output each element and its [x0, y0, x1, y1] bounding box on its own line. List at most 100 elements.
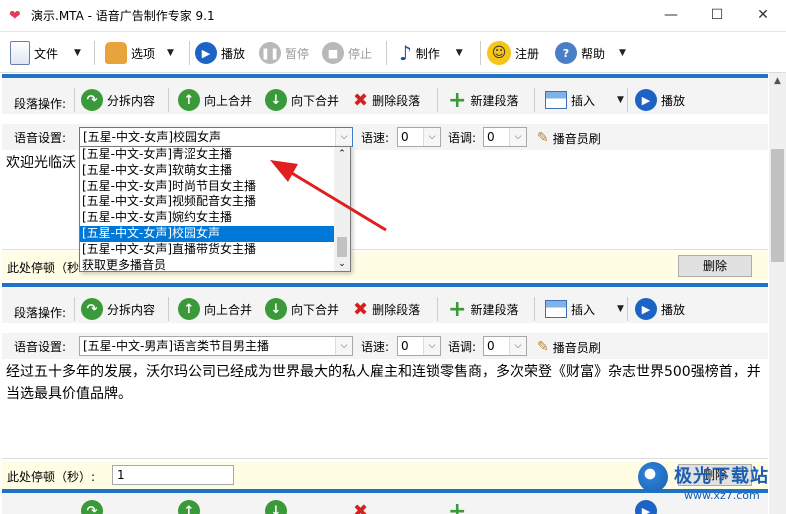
voice-select[interactable]: [五星-中文-男声]语言类节目男主播 ⌵: [79, 336, 353, 356]
scroll-up-icon[interactable]: ▲: [769, 73, 786, 90]
insert-menu-button[interactable]: 插入 ▼: [545, 297, 624, 321]
toolbar-divider: [74, 297, 75, 321]
paragraph-text-area[interactable]: 经过五十多年的发展，沃尔玛公司已经成为世界最大的私人雇主和连锁零售商，多次荣登《…: [2, 359, 768, 459]
watermark-logo: 极光下载站 www.xz7.com: [636, 460, 786, 514]
smiley-icon: ☺: [487, 41, 511, 65]
file-menu-button[interactable]: 文件 ▼: [10, 39, 81, 67]
announcer-brush-label: 播音员刷: [552, 340, 601, 355]
new-paragraph-button[interactable]: + 新建段落: [448, 87, 518, 113]
arrow-down-icon: ↓: [265, 298, 287, 320]
minimize-button[interactable]: —: [648, 0, 694, 30]
vertical-scrollbar[interactable]: ▲: [769, 73, 786, 514]
split-icon: ↷: [81, 500, 103, 514]
merge-up-button[interactable]: ↑: [178, 499, 200, 514]
delete-paragraph-button[interactable]: ✖ 删除段落: [353, 88, 420, 112]
merge-down-button[interactable]: ↓: [265, 499, 287, 514]
pitch-label: 语调:: [448, 131, 477, 145]
delete-button[interactable]: 删除: [678, 255, 752, 277]
split-icon: ↷: [81, 298, 103, 320]
maximize-button[interactable]: ☐: [694, 0, 740, 30]
announcer-brush-button[interactable]: ✎ 播音员刷: [537, 126, 601, 150]
new-paragraph-button[interactable]: +: [448, 499, 466, 514]
make-menu-label: 制作: [415, 46, 440, 61]
make-menu-button[interactable]: ♪ 制作 ▼: [399, 39, 463, 67]
play-icon: ▶: [635, 89, 657, 111]
voice-select-value: [五星-中文-男声]语言类节目男主播: [83, 339, 270, 353]
toolbar-divider: [480, 41, 481, 65]
speed-select[interactable]: 0 ⌵: [397, 336, 441, 356]
toolbar-divider: [94, 41, 95, 65]
toolbar-divider: [168, 297, 169, 321]
pause-seconds-input[interactable]: 1: [112, 465, 234, 485]
title-bar: ❤ 演示.MTA - 语音广告制作专家 9.1 — ☐ ✕: [0, 0, 786, 32]
split-button[interactable]: ↷: [81, 499, 103, 514]
pause-label: 此处停顿（秒）:: [7, 470, 96, 484]
merge-up-label: 向上合并: [204, 93, 253, 108]
new-paragraph-button[interactable]: + 新建段落: [448, 296, 519, 322]
speed-value: 0: [401, 339, 409, 353]
speed-select[interactable]: 0 ⌵: [397, 127, 441, 147]
scrollbar-thumb[interactable]: [771, 149, 784, 262]
insert-menu-button[interactable]: 插入 ▼: [545, 88, 624, 112]
insert-icon: [545, 300, 567, 318]
chevron-down-icon: ▼: [617, 95, 624, 105]
play-icon: ▶: [635, 298, 657, 320]
plus-icon: +: [448, 498, 467, 514]
arrow-up-icon: ↑: [178, 298, 200, 320]
paragraph-text: 欢迎光临沃: [6, 155, 76, 171]
watermark-url: www.xz7.com: [684, 489, 760, 502]
options-menu-button[interactable]: 选项 ▼: [105, 39, 174, 67]
scroll-down-icon[interactable]: ⌄: [334, 257, 350, 271]
help-icon: ?: [555, 42, 577, 64]
merge-down-button[interactable]: ↓ 向下合并: [265, 297, 339, 321]
merge-up-button[interactable]: ↑ 向上合并: [178, 297, 252, 321]
help-menu-label: 帮助: [581, 46, 606, 61]
paragraph-toolbar: 段落操作: ↷ 分拆内容 ↑ 向上合并 ↓ 向下合并 ✖ 删除段落 + 新建段落 插入 ▼ …: [2, 287, 768, 323]
merge-down-label: 向下合并: [291, 302, 340, 317]
help-menu-button[interactable]: ? 帮助 ▼: [555, 39, 626, 67]
speed-label: 语速:: [361, 340, 390, 354]
app-heart-icon: ❤: [9, 8, 21, 24]
paragraph-play-button[interactable]: ▶ 播放: [635, 297, 685, 321]
pitch-select[interactable]: 0 ⌵: [483, 336, 527, 356]
toolbar-divider: [437, 297, 438, 321]
stop-label: 停止: [348, 46, 373, 61]
file-menu-label: 文件: [34, 46, 59, 61]
merge-down-button[interactable]: ↓ 向下合并: [265, 88, 339, 112]
play-button[interactable]: ▶ 播放: [195, 39, 245, 67]
toolbar-divider: [168, 88, 169, 112]
chevron-down-icon: ⌵: [335, 128, 352, 146]
plus-icon: +: [448, 87, 467, 113]
voice-select[interactable]: [五星-中文-女声]校园女声 ⌵: [79, 127, 353, 147]
register-button[interactable]: ☺ 注册: [487, 39, 539, 67]
plus-icon: +: [448, 296, 467, 322]
split-button[interactable]: ↷ 分拆内容: [81, 88, 155, 112]
play-icon: ▶: [195, 42, 217, 64]
delete-paragraph-label: 删除段落: [372, 302, 421, 317]
paragraph-play-button[interactable]: ▶ 播放: [635, 88, 685, 112]
delete-paragraph-button[interactable]: ✖: [353, 499, 368, 514]
pitch-select[interactable]: 0 ⌵: [483, 127, 527, 147]
split-button[interactable]: ↷ 分拆内容: [81, 297, 155, 321]
pitch-value: 0: [487, 130, 495, 144]
pitch-value: 0: [487, 339, 495, 353]
get-more-announcers-option[interactable]: 获取更多播音员: [80, 258, 334, 274]
dropdown-scrollbar-thumb[interactable]: [337, 237, 347, 257]
delete-x-icon: ✖: [353, 500, 369, 514]
split-icon: ↷: [81, 89, 103, 111]
announcer-brush-button[interactable]: ✎ 播音员刷: [537, 335, 601, 359]
chevron-down-icon: ▼: [167, 48, 174, 58]
voice-option[interactable]: [五星-中文-女声]直播带货女主播: [80, 242, 334, 258]
arrow-up-icon: ↑: [178, 500, 200, 514]
close-button[interactable]: ✕: [740, 0, 786, 30]
delete-paragraph-button[interactable]: ✖ 删除段落: [353, 297, 420, 321]
window-title: 演示.MTA - 语音广告制作专家 9.1: [31, 9, 215, 23]
pause-button[interactable]: ❚❚ 暂停: [259, 39, 309, 67]
split-label: 分拆内容: [107, 302, 156, 317]
stop-icon: ■: [322, 42, 344, 64]
chevron-down-icon: ▼: [74, 48, 81, 58]
pause-icon: ❚❚: [259, 42, 281, 64]
new-paragraph-label: 新建段落: [470, 302, 519, 317]
stop-button[interactable]: ■ 停止: [322, 39, 372, 67]
merge-up-button[interactable]: ↑ 向上合并: [178, 88, 252, 112]
